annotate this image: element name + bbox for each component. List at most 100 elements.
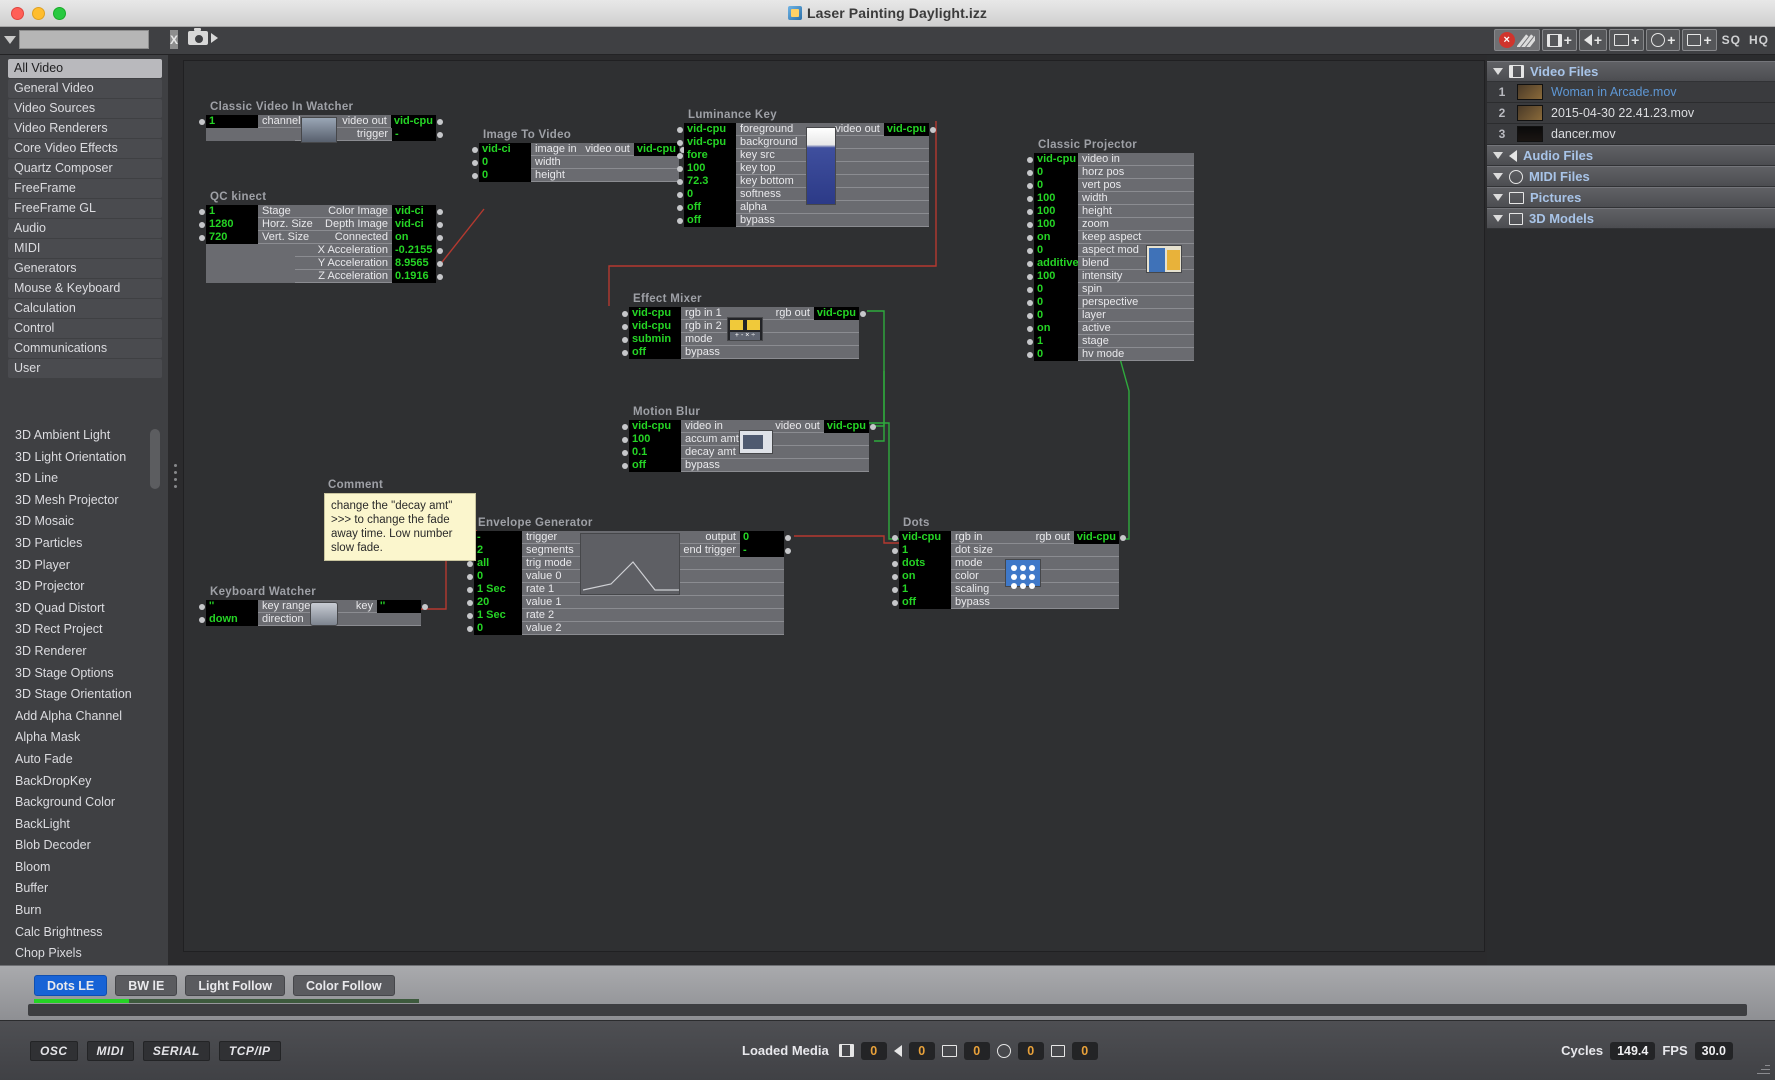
input-value[interactable]: vid-cpu bbox=[629, 307, 681, 320]
input-port[interactable] bbox=[1027, 209, 1033, 215]
category-item-general-video[interactable]: General Video bbox=[8, 79, 162, 98]
actor-list-item[interactable]: Burn bbox=[0, 900, 168, 922]
input-value[interactable]: 1 bbox=[899, 583, 951, 596]
output-port[interactable] bbox=[437, 261, 443, 267]
actor-list-item[interactable]: 3D Player bbox=[0, 555, 168, 577]
actor-list-item[interactable]: BackLight bbox=[0, 814, 168, 836]
protocol-button-midi[interactable]: MIDI bbox=[87, 1041, 134, 1061]
input-value[interactable]: fore bbox=[684, 149, 736, 162]
input-port[interactable] bbox=[892, 600, 898, 606]
input-value[interactable]: submin bbox=[629, 333, 681, 346]
output-value[interactable]: on bbox=[392, 231, 436, 244]
node-body[interactable]: vid-cpurgb inrgb outvid-cpu1dot sizedots… bbox=[899, 531, 1119, 609]
node-motion-blur[interactable]: Motion Blurvid-cpuvideo invideo outvid-c… bbox=[629, 406, 869, 472]
input-port[interactable] bbox=[472, 147, 478, 153]
category-item-mouse-keyboard[interactable]: Mouse & Keyboard bbox=[8, 279, 162, 298]
input-value[interactable]: off bbox=[899, 596, 951, 609]
node-image-to-video[interactable]: Image To Videovid-ciimage invideo outvid… bbox=[479, 129, 679, 182]
input-port[interactable] bbox=[467, 574, 473, 580]
media-file-row[interactable]: 1Woman in Arcade.mov bbox=[1487, 82, 1775, 103]
input-port[interactable] bbox=[622, 450, 628, 456]
input-value[interactable]: additive bbox=[1034, 257, 1078, 270]
node-body[interactable]: ''key rangekey''downdirection bbox=[206, 600, 421, 626]
input-value[interactable]: off bbox=[684, 201, 736, 214]
input-port[interactable] bbox=[892, 561, 898, 567]
input-value[interactable]: dots bbox=[899, 557, 951, 570]
input-port[interactable] bbox=[199, 209, 205, 215]
input-port[interactable] bbox=[1027, 196, 1033, 202]
snapshot-button[interactable] bbox=[188, 31, 218, 45]
play-triangle-icon[interactable] bbox=[211, 33, 218, 43]
input-value[interactable]: vid-cpu bbox=[1034, 153, 1078, 166]
input-port[interactable] bbox=[1027, 339, 1033, 345]
input-port[interactable] bbox=[677, 140, 683, 146]
input-value[interactable]: 20 bbox=[474, 596, 522, 609]
input-value[interactable]: off bbox=[629, 459, 681, 472]
protocol-button-osc[interactable]: OSC bbox=[30, 1041, 78, 1061]
input-port[interactable] bbox=[677, 205, 683, 211]
input-value[interactable]: on bbox=[1034, 231, 1078, 244]
input-port[interactable] bbox=[467, 587, 473, 593]
output-value[interactable]: 8.9565 bbox=[392, 257, 436, 270]
input-port[interactable] bbox=[1027, 183, 1033, 189]
actor-list-item[interactable]: Bloom bbox=[0, 857, 168, 879]
output-port[interactable] bbox=[437, 248, 443, 254]
node-qc-kinect[interactable]: QC kinect1StageColor Imagevid-ci1280Horz… bbox=[206, 191, 436, 283]
sidebar-resize-handle[interactable] bbox=[172, 460, 179, 520]
media-group-video-files[interactable]: Video Files bbox=[1487, 61, 1775, 82]
input-port[interactable] bbox=[199, 617, 205, 623]
input-value[interactable]: 100 bbox=[1034, 192, 1078, 205]
input-port[interactable] bbox=[622, 324, 628, 330]
node-body[interactable]: -triggeroutput02segmentsend trigger-allt… bbox=[474, 531, 784, 635]
output-port[interactable] bbox=[870, 424, 876, 430]
scene-tab-bw-le[interactable]: BW lE bbox=[115, 975, 177, 996]
input-value[interactable]: 0 bbox=[474, 570, 522, 583]
actor-list-item[interactable]: Calc Brightness bbox=[0, 922, 168, 944]
sq-button[interactable]: SQ bbox=[1719, 33, 1744, 47]
actor-list-item[interactable]: Background Color bbox=[0, 792, 168, 814]
input-port[interactable] bbox=[677, 153, 683, 159]
input-port[interactable] bbox=[1027, 313, 1033, 319]
input-value[interactable]: 0 bbox=[1034, 348, 1078, 361]
output-value[interactable]: vid-ci bbox=[392, 205, 436, 218]
output-value[interactable]: 0.1916 bbox=[392, 270, 436, 283]
actor-list-item[interactable]: Blob Decoder bbox=[0, 835, 168, 857]
input-port[interactable] bbox=[1027, 170, 1033, 176]
output-port[interactable] bbox=[785, 535, 791, 541]
input-port[interactable] bbox=[622, 350, 628, 356]
output-value[interactable]: -0.2155 bbox=[392, 244, 436, 257]
output-value[interactable]: - bbox=[392, 128, 436, 141]
hq-button[interactable]: HQ bbox=[1746, 33, 1772, 47]
input-port[interactable] bbox=[199, 604, 205, 610]
scene-tab-light-follow[interactable]: Light Follow bbox=[185, 975, 285, 996]
input-value[interactable]: 1 Sec bbox=[474, 609, 522, 622]
output-port[interactable] bbox=[785, 548, 791, 554]
remove-media-button[interactable]: × bbox=[1494, 29, 1540, 51]
chevron-down-icon[interactable] bbox=[1493, 194, 1503, 201]
category-item-user[interactable]: User bbox=[8, 359, 162, 378]
node-body[interactable]: vid-cpuforegroundvideo outvid-cpuvid-cpu… bbox=[684, 123, 929, 227]
actor-list-item[interactable]: Chop Pixels bbox=[0, 943, 168, 965]
protocol-button-serial[interactable]: SERIAL bbox=[143, 1041, 210, 1061]
output-port[interactable] bbox=[860, 311, 866, 317]
input-value[interactable]: 0.1 bbox=[629, 446, 681, 459]
category-item-video-sources[interactable]: Video Sources bbox=[8, 99, 162, 118]
node-classic-video-in-watcher[interactable]: Classic Video In Watcher1channelvideo ou… bbox=[206, 101, 436, 141]
input-value[interactable]: vid-cpu bbox=[684, 123, 736, 136]
chevron-down-icon[interactable] bbox=[1493, 215, 1503, 222]
input-value[interactable]: 1280 bbox=[206, 218, 258, 231]
input-value[interactable]: 0 bbox=[1034, 179, 1078, 192]
node-classic-projector[interactable]: Classic Projectorvid-cpuvideo in0horz po… bbox=[1034, 139, 1194, 361]
input-port[interactable] bbox=[1027, 261, 1033, 267]
add-audio-button[interactable]: + bbox=[1579, 29, 1607, 51]
input-value[interactable]: 720 bbox=[206, 231, 258, 244]
actor-list[interactable]: 3D Ambient Light3D Light Orientation3D L… bbox=[0, 425, 168, 965]
input-port[interactable] bbox=[1027, 157, 1033, 163]
category-item-communications[interactable]: Communications bbox=[8, 339, 162, 358]
input-value[interactable]: 0 bbox=[1034, 283, 1078, 296]
category-item-video-renderers[interactable]: Video Renderers bbox=[8, 119, 162, 138]
input-port[interactable] bbox=[622, 437, 628, 443]
output-value[interactable]: vid-cpu bbox=[634, 143, 679, 156]
actor-list-item[interactable]: 3D Line bbox=[0, 468, 168, 490]
input-value[interactable]: 0 bbox=[1034, 296, 1078, 309]
